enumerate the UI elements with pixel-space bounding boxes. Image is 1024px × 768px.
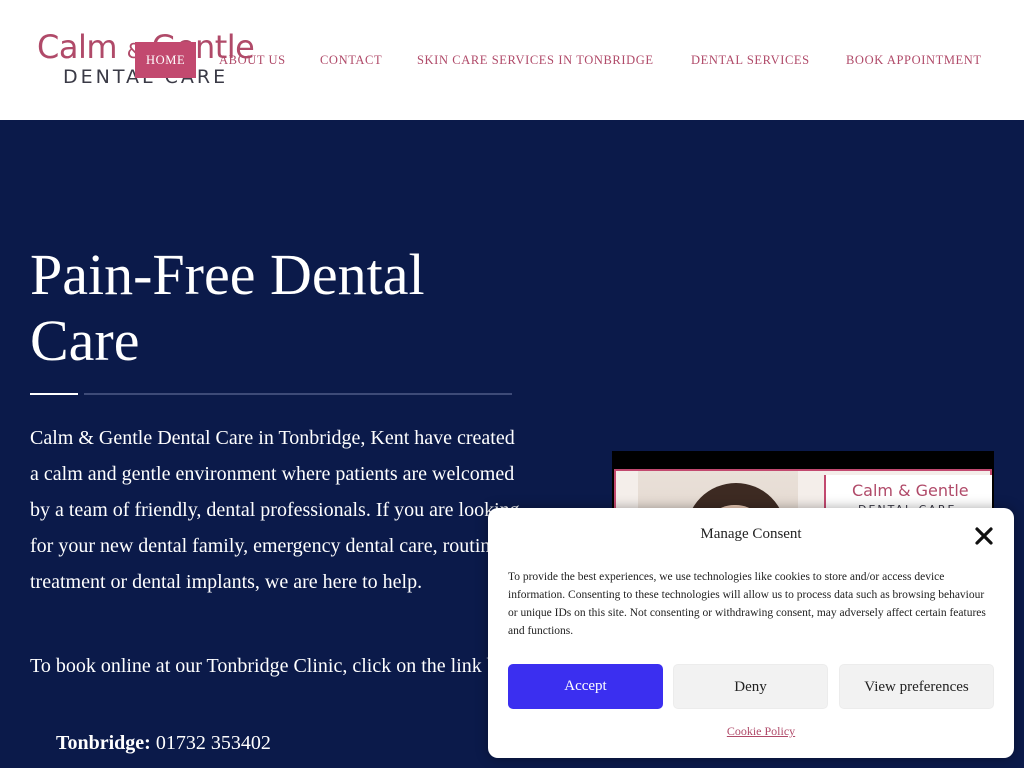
consent-dialog: Manage Consent To provide the best exper… xyxy=(488,508,1014,758)
divider-line xyxy=(84,393,512,395)
hero-title: Pain-Free Dental Care xyxy=(30,242,425,373)
phone-number[interactable]: 01732 353402 xyxy=(156,732,271,754)
consent-description: To provide the best experiences, we use … xyxy=(508,571,986,637)
accept-button[interactable]: Accept xyxy=(508,664,663,709)
deny-button[interactable]: Deny xyxy=(673,664,828,709)
phone-line: Tonbridge: 01732 353402 xyxy=(56,732,271,755)
nav-about-us[interactable]: ABOUT US xyxy=(219,53,286,68)
nav-home[interactable]: HOME xyxy=(135,42,197,78)
nav-skin-care[interactable]: SKIN CARE SERVICES IN TONBRIDGE xyxy=(417,53,654,68)
phone-label: Tonbridge: xyxy=(56,732,151,754)
nav-book-appointment[interactable]: BOOK APPOINTMENT xyxy=(846,53,982,68)
nav-dental-services[interactable]: DENTAL SERVICES xyxy=(691,53,810,68)
divider-accent xyxy=(30,393,78,395)
hero-divider xyxy=(30,393,512,395)
video-logo-wordmark: Calm & Gentle xyxy=(852,481,969,500)
main-nav: HOME ABOUT US CONTACT SKIN CARE SERVICES… xyxy=(135,42,981,78)
consent-title: Manage Consent xyxy=(700,526,802,542)
nav-contact[interactable]: CONTACT xyxy=(320,53,382,68)
close-icon[interactable] xyxy=(972,524,996,548)
hero-booking-text: To book online at our Tonbridge Clinic, … xyxy=(30,655,520,677)
hero-intro-text: Calm & Gentle Dental Care in Tonbridge, … xyxy=(30,427,520,593)
view-preferences-button[interactable]: View preferences xyxy=(839,664,994,709)
site-header: Calm & Gentle DENTAL CARE HOME ABOUT US … xyxy=(0,0,1024,120)
cookie-policy-link[interactable]: Cookie Policy xyxy=(488,724,1024,739)
